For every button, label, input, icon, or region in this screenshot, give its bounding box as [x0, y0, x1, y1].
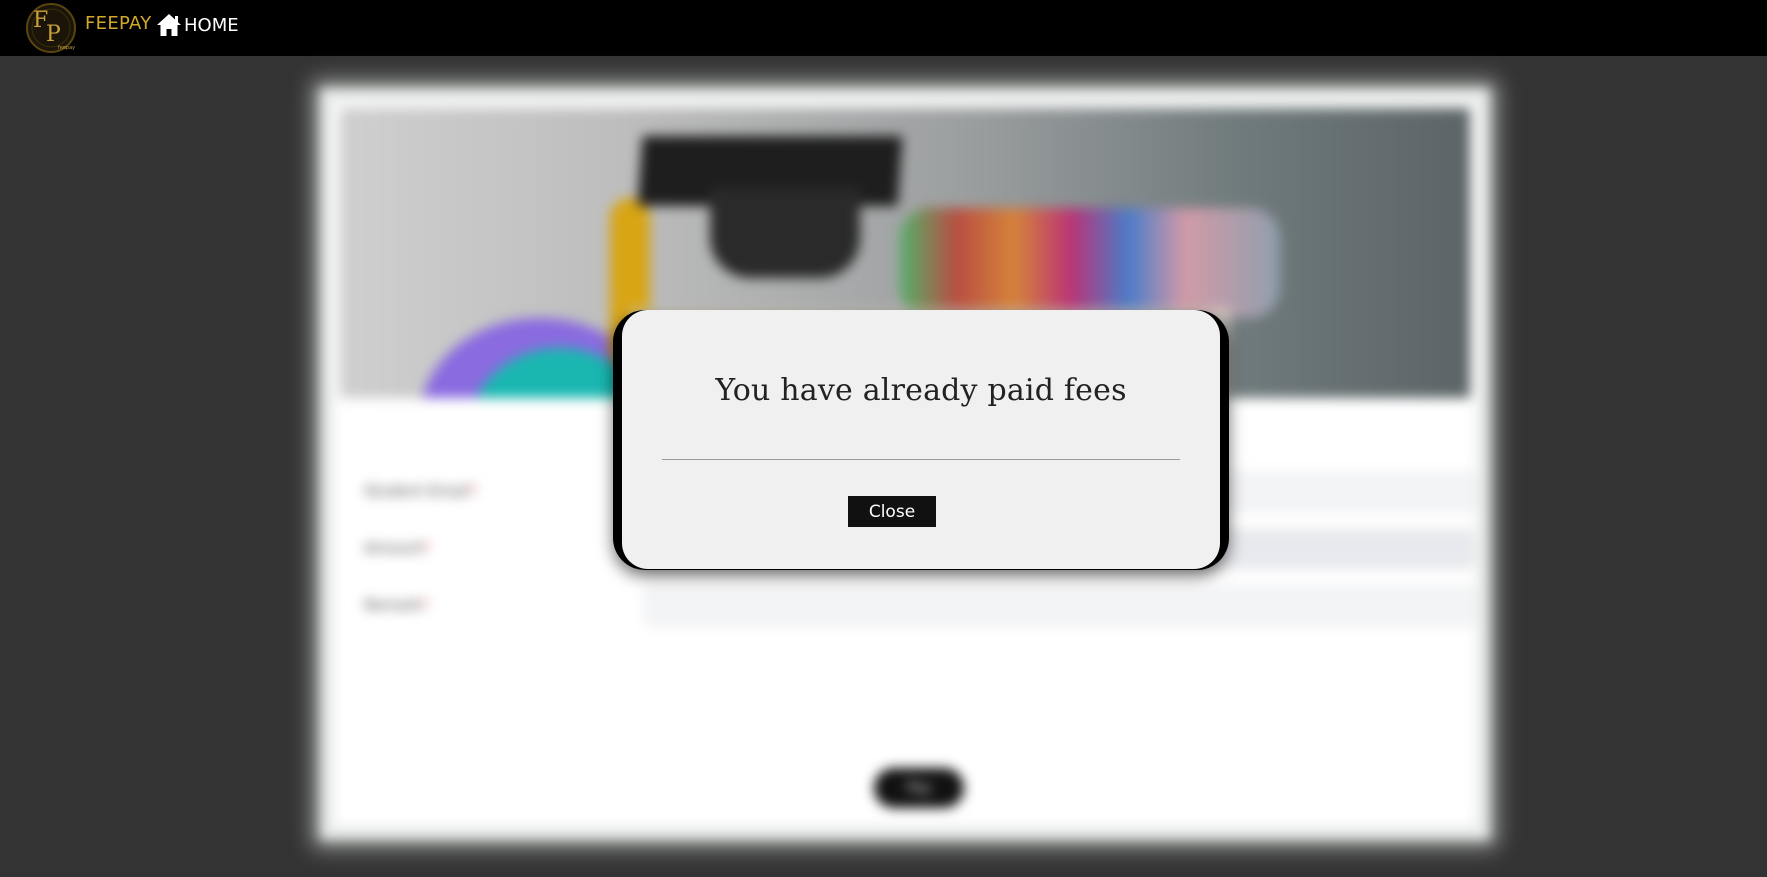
- required-mark: *: [469, 482, 477, 500]
- banner-shape: [900, 208, 1280, 318]
- field-label-text: Remark: [364, 596, 422, 614]
- close-button[interactable]: Close: [848, 496, 936, 527]
- required-mark: *: [422, 539, 431, 557]
- home-link[interactable]: HOME: [155, 10, 239, 40]
- field-label-text: Amount: [364, 539, 423, 557]
- field-label: Student Email*: [364, 482, 477, 500]
- field-label: Remark*: [364, 596, 429, 614]
- required-mark: *: [421, 596, 430, 614]
- form-row-remark: Remark*: [364, 586, 1474, 626]
- field-label: Amount*: [364, 539, 430, 557]
- home-icon: [157, 14, 181, 36]
- brand-name[interactable]: FEEPAY: [85, 13, 152, 34]
- top-navbar: F P feepay FEEPAY HOME: [0, 0, 1767, 56]
- feepay-logo[interactable]: F P feepay: [20, 1, 82, 53]
- modal-title: You have already paid fees: [715, 373, 1127, 408]
- svg-text:feepay: feepay: [58, 45, 75, 51]
- svg-text:P: P: [46, 22, 61, 47]
- modal-divider: [662, 459, 1180, 460]
- already-paid-modal: You have already paid fees Close: [622, 310, 1220, 569]
- banner-shape: [710, 188, 860, 278]
- field-label-text: Student Email: [364, 482, 470, 500]
- home-label: HOME: [184, 14, 239, 36]
- remark-field[interactable]: [644, 586, 1474, 626]
- pay-button[interactable]: Pay: [874, 768, 964, 808]
